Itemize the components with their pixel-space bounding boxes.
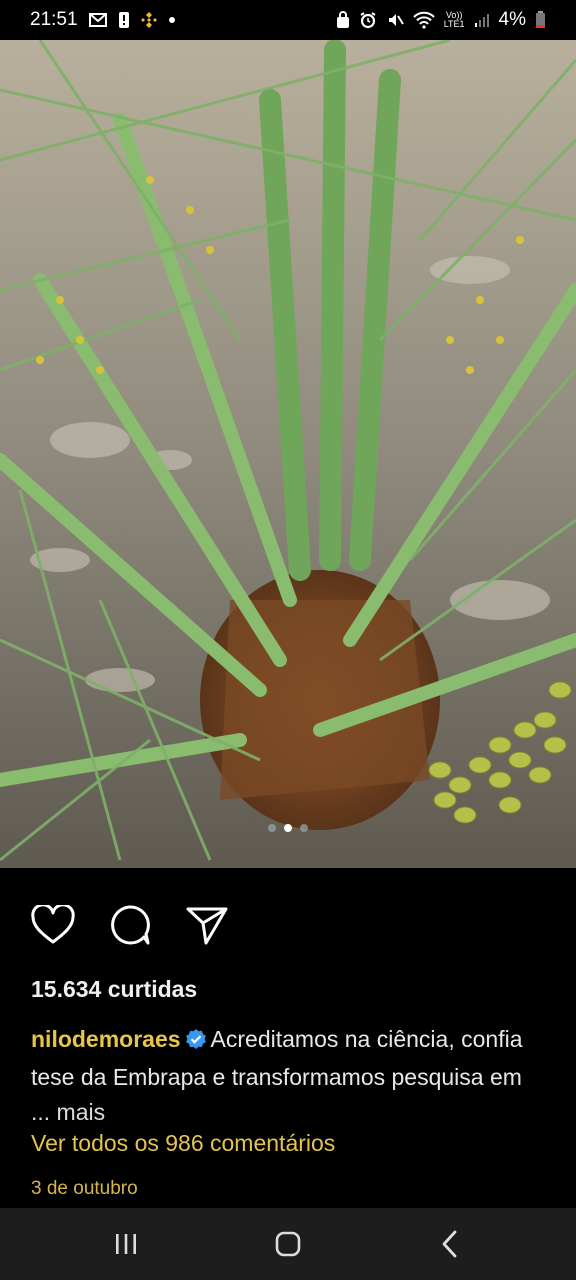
caption-line-2: tese da Embrapa e transformamos pesquisa… bbox=[31, 1064, 522, 1090]
status-bar: 21:51 Vo)) LTE1 4% bbox=[0, 0, 576, 40]
carousel-dot-active bbox=[284, 824, 292, 832]
gmail-icon bbox=[88, 12, 108, 28]
binance-icon bbox=[140, 11, 158, 29]
home-icon[interactable] bbox=[268, 1226, 308, 1262]
heart-icon[interactable] bbox=[30, 902, 76, 948]
share-icon[interactable] bbox=[184, 902, 230, 948]
caption-line-1: nilodemoraes Acreditamos na ciência, conf… bbox=[31, 1022, 576, 1060]
comment-icon[interactable] bbox=[107, 902, 153, 948]
back-icon[interactable] bbox=[430, 1226, 470, 1262]
post-details: 15.634 curtidas nilodemoraes Acreditamos … bbox=[0, 868, 576, 1208]
more-notifications-dot-icon bbox=[168, 16, 176, 24]
carousel-dot bbox=[268, 824, 276, 832]
battery-icon bbox=[535, 11, 546, 29]
system-nav-bar bbox=[0, 1208, 576, 1280]
battery-percent: 4% bbox=[498, 9, 526, 30]
caption-text-1: Acreditamos na ciência, confia bbox=[210, 1026, 523, 1052]
recent-apps-icon[interactable] bbox=[106, 1226, 146, 1262]
more-link[interactable]: ... mais bbox=[31, 1095, 576, 1130]
volte-label: Vo)) LTE1 bbox=[443, 10, 465, 29]
signal-icon bbox=[474, 12, 490, 28]
notification-alert-icon bbox=[118, 11, 130, 29]
alarm-icon bbox=[359, 11, 377, 29]
verified-badge-icon bbox=[185, 1025, 207, 1060]
wifi-icon bbox=[412, 11, 435, 29]
view-comments-link[interactable]: Ver todos os 986 comentários bbox=[31, 1130, 335, 1157]
carousel-indicator bbox=[0, 824, 576, 832]
lock-screen-icon bbox=[336, 11, 350, 29]
username-link[interactable]: nilodemoraes bbox=[31, 1026, 181, 1052]
post-caption[interactable]: nilodemoraes Acreditamos na ciência, conf… bbox=[31, 1022, 576, 1130]
post-date: 3 de outubro bbox=[31, 1178, 138, 1199]
likes-count[interactable]: 15.634 curtidas bbox=[31, 976, 197, 1003]
status-time: 21:51 bbox=[30, 9, 78, 30]
mute-icon bbox=[386, 11, 404, 29]
carousel-dot bbox=[300, 824, 308, 832]
post-image[interactable] bbox=[0, 40, 576, 868]
post-actions bbox=[30, 902, 230, 948]
